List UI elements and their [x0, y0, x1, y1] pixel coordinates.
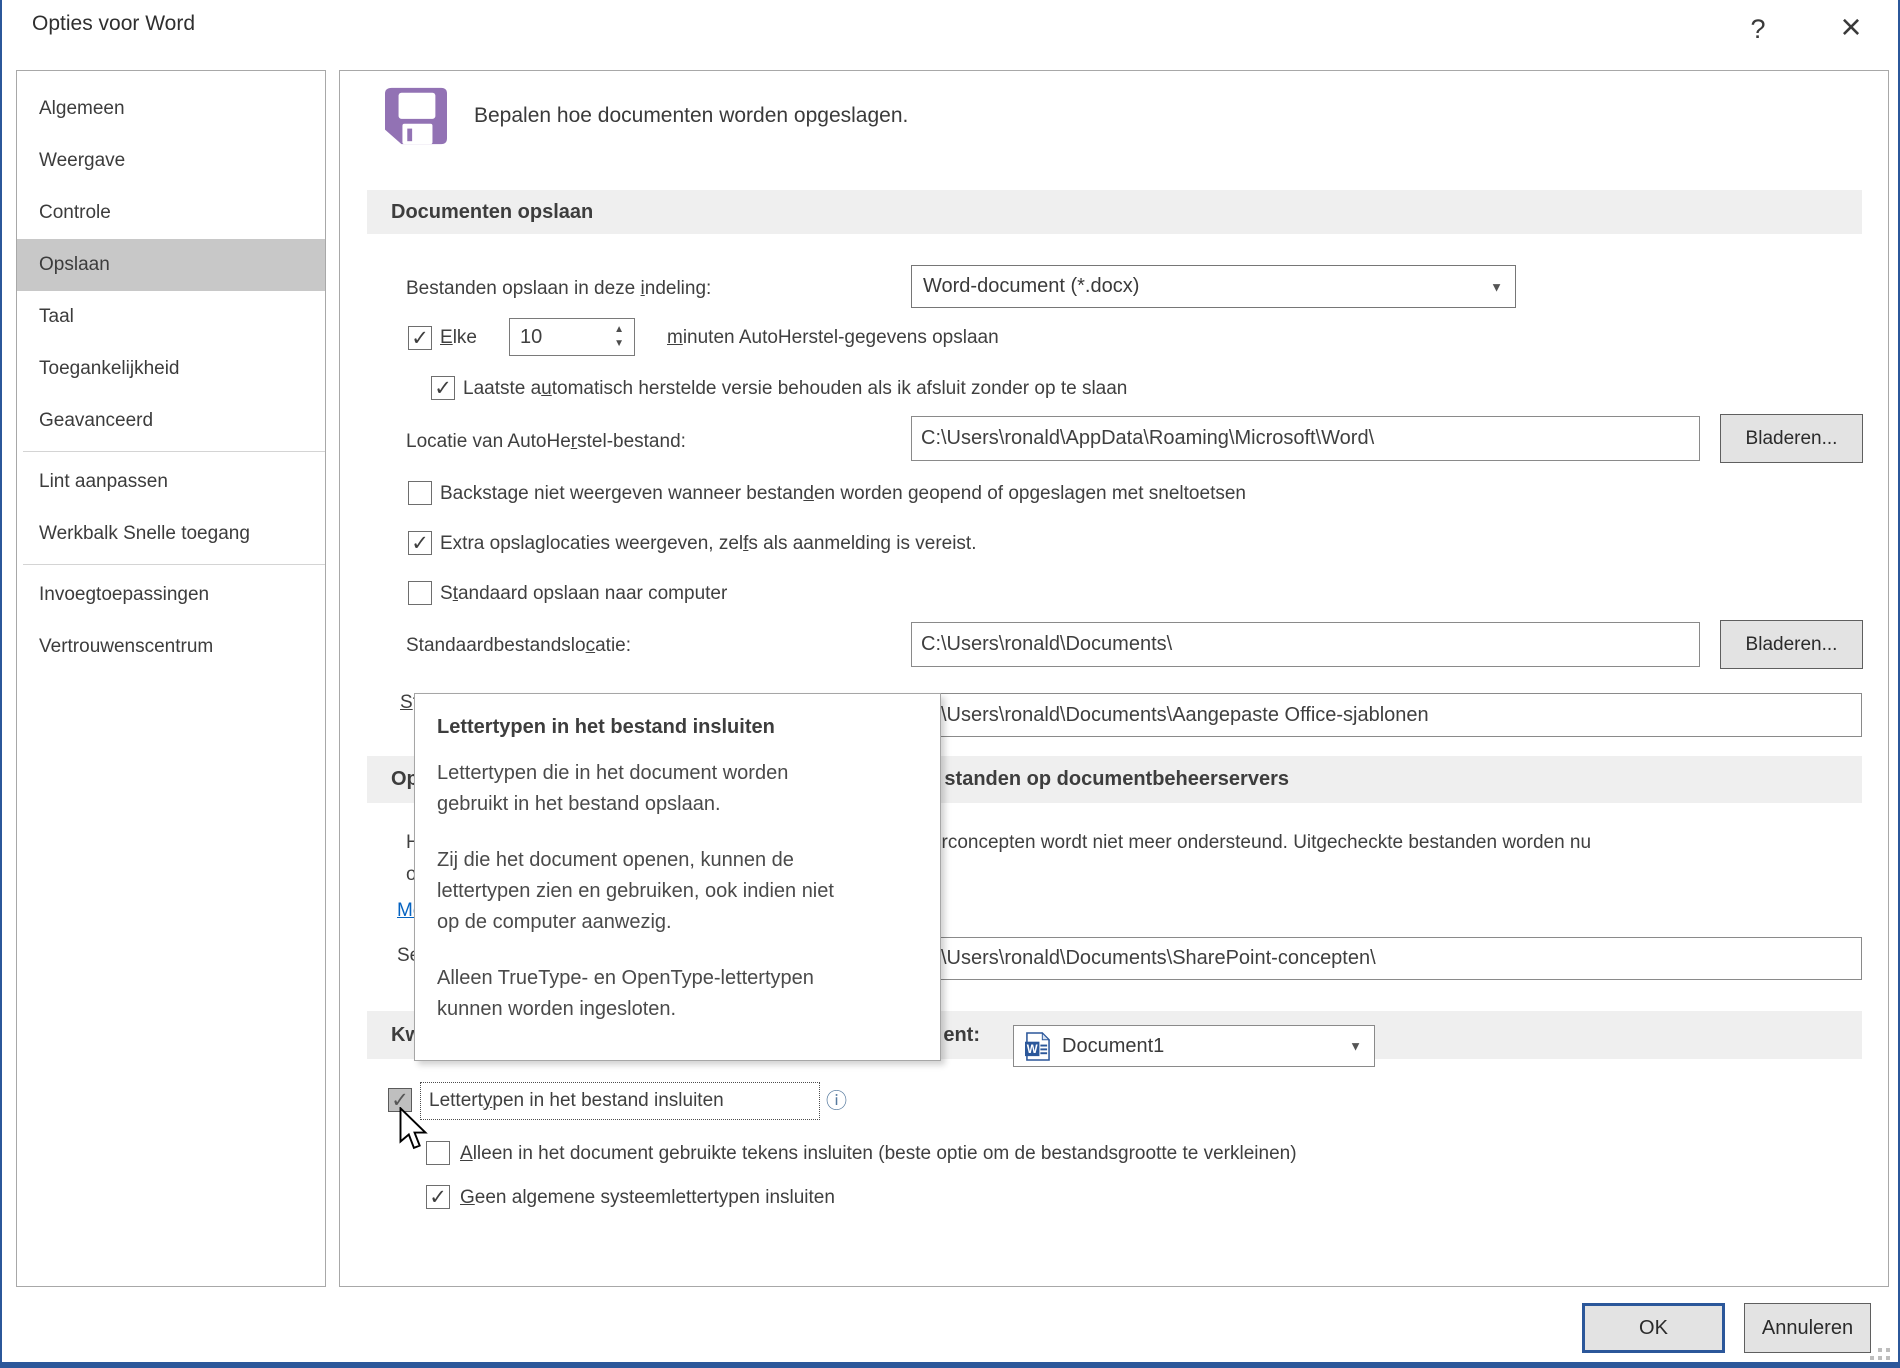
extra-locations-label[interactable]: Extra opslaglocaties weergeven, zelfs al… [440, 532, 977, 556]
section-title-tail: Opties voor offline bewerken voor bestan… [944, 768, 1289, 790]
embed-fonts-label-focus[interactable]: Lettertypen in het bestand insluiten [420, 1082, 820, 1120]
svg-text:W: W [1027, 1044, 1038, 1056]
word-options-dialog: Opties voor Word ? × Algemeen Weergave C… [0, 0, 1900, 1368]
check-icon: ✓ [411, 326, 429, 350]
autorecover-minutes-stepper[interactable]: 10 ▲ ▼ [509, 318, 635, 356]
chevron-down-icon: ▼ [1490, 279, 1503, 294]
autorecover-minutes-value: 10 [520, 326, 543, 348]
sidebar-item-werkbalk[interactable]: Werkbalk Snelle toegang [17, 508, 325, 560]
autorecover-location-label: Locatie van AutoHerstel-bestand: [406, 431, 686, 452]
sidebar-item-opslaan[interactable]: Opslaan [17, 239, 325, 291]
sidebar-item-controle[interactable]: Controle [17, 187, 325, 239]
backstage-checkbox[interactable]: ✓ [408, 481, 432, 505]
dialog-title: Opties voor Word [32, 12, 196, 35]
embed-used-only-label[interactable]: Alleen in het document gebruikte tekens … [460, 1142, 1297, 1166]
default-computer-checkbox[interactable]: ✓ [408, 581, 432, 605]
mouse-cursor [399, 1107, 428, 1150]
templates-location-value: C:\Users\ronald\Documents\Aangepaste Off… [921, 703, 1429, 726]
keep-last-checkbox[interactable]: ✓ [431, 376, 455, 400]
section-documenten-opslaan: Documenten opslaan [367, 190, 1862, 234]
sidebar-separator [23, 564, 325, 565]
sidebar-item-geavanceerd[interactable]: Geavanceerd [17, 395, 325, 447]
help-icon[interactable]: ? [1737, 8, 1779, 50]
page-description: Bepalen hoe documenten worden opgeslagen… [474, 104, 909, 127]
sidebar-item-lint-aanpassen[interactable]: Lint aanpassen [17, 456, 325, 508]
no-system-fonts-label[interactable]: Geen algemene systeemlettertypen insluit… [460, 1186, 835, 1210]
check-icon: ✓ [411, 531, 429, 555]
autorecover-location-value: C:\Users\ronald\AppData\Roaming\Microsof… [921, 427, 1375, 449]
embed-fonts-tooltip: Lettertypen in het bestand insluiten Let… [414, 693, 941, 1061]
word-document-icon: W [1025, 1031, 1050, 1061]
sidebar-item-invoegtoepassingen[interactable]: Invoegtoepassingen [17, 569, 325, 621]
stepper-down-icon[interactable]: ▼ [614, 339, 624, 349]
backstage-label[interactable]: Backstage niet weergeven wanneer bestand… [440, 482, 1246, 506]
file-format-value: Word-document (*.docx) [923, 275, 1140, 297]
templates-location-field[interactable]: C:\Users\ronald\Documents\Aangepaste Off… [911, 693, 1862, 737]
sidebar: Algemeen Weergave Controle Opslaan Taal … [16, 70, 326, 1287]
sidebar-item-taal[interactable]: Taal [17, 291, 325, 343]
autorecover-suffix-label: minuten AutoHerstel-gegevens opslaan [667, 327, 999, 348]
save-floppy-icon [385, 87, 447, 145]
browse-autorecover-button[interactable]: Bladeren... [1720, 414, 1863, 463]
sidebar-item-algemeen[interactable]: Algemeen [17, 83, 325, 135]
info-icon[interactable]: ⓘ [826, 1091, 847, 1112]
embed-used-only-checkbox[interactable]: ✓ [426, 1141, 450, 1165]
sidebar-item-toegankelijkheid[interactable]: Toegankelijkheid [17, 343, 325, 395]
stepper-up-icon[interactable]: ▲ [614, 325, 624, 335]
sidebar-item-weergave[interactable]: Weergave [17, 135, 325, 187]
close-icon[interactable]: × [1828, 4, 1874, 50]
no-system-fonts-checkbox[interactable]: ✓ [426, 1185, 450, 1209]
autorecover-checkbox[interactable]: ✓ [408, 326, 432, 350]
cancel-button[interactable]: Annuleren [1744, 1303, 1871, 1353]
sidebar-item-vertrouwenscentrum[interactable]: Vertrouwenscentrum [17, 621, 325, 673]
default-location-value: C:\Users\ronald\Documents\ [921, 633, 1173, 655]
document-value: Document1 [1062, 1034, 1165, 1057]
tooltip-paragraph: Lettertypen die in het document worden g… [437, 762, 789, 815]
embed-fonts-label[interactable]: Lettertypen in het bestand insluiten [429, 1089, 724, 1113]
autorecover-label[interactable]: Elke [440, 326, 477, 350]
file-format-dropdown[interactable]: Word-document (*.docx) ▼ [911, 265, 1516, 308]
extra-locations-checkbox[interactable]: ✓ [408, 531, 432, 555]
section-title-tail: Kwaliteit behouden bij het delen van dit… [944, 1024, 980, 1046]
check-icon: ✓ [429, 1185, 447, 1209]
server-drafts-field[interactable]: C:\Users\ronald\Documents\SharePoint-con… [911, 937, 1862, 980]
server-drafts-value: C:\Users\ronald\Documents\SharePoint-con… [921, 947, 1376, 969]
default-computer-label[interactable]: Standaard opslaan naar computer [440, 582, 727, 606]
save-options-page: Bepalen hoe documenten worden opgeslagen… [339, 70, 1889, 1287]
check-icon: ✓ [434, 376, 452, 400]
ok-button[interactable]: OK [1582, 1303, 1725, 1353]
default-location-label: Standaardbestandslocatie: [406, 635, 632, 656]
autorecover-location-field[interactable]: C:\Users\ronald\AppData\Roaming\Microsof… [911, 416, 1700, 461]
browse-default-location-button[interactable]: Bladeren... [1720, 620, 1863, 669]
resize-grip[interactable] [1878, 1348, 1882, 1352]
tooltip-paragraph: Zij die het document openen, kunnen de l… [437, 849, 834, 933]
document-dropdown[interactable]: W Document1 ▼ [1013, 1025, 1375, 1067]
sidebar-separator [23, 451, 325, 452]
default-location-field[interactable]: C:\Users\ronald\Documents\ [911, 622, 1700, 667]
keep-last-label[interactable]: Laatste automatisch herstelde versie beh… [463, 377, 1127, 401]
tooltip-paragraph: Alleen TrueType- en OpenType-lettertypen… [437, 967, 814, 1020]
section-title: Documenten opslaan [391, 201, 594, 223]
format-label: Bestanden opslaan in deze indeling: [406, 278, 712, 299]
tooltip-title: Lettertypen in het bestand insluiten [437, 716, 775, 738]
chevron-down-icon: ▼ [1349, 1038, 1362, 1054]
